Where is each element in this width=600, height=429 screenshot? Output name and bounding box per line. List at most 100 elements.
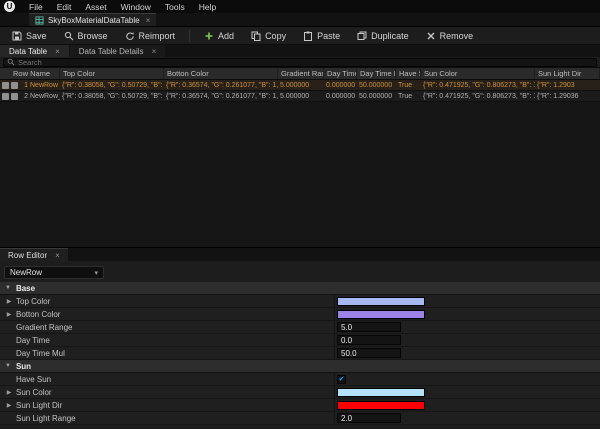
expander-icon[interactable]: ▶ [5,311,13,318]
menu-tools[interactable]: Tools [158,0,192,13]
asset-tab-bar: SkyBoxMaterialDataTable × [0,13,600,27]
row-name: NewRow [30,81,59,89]
top-color-swatch[interactable] [337,296,425,306]
chevron-expanded-icon[interactable]: ▼ [5,285,11,291]
column-header-have-sun[interactable]: Have Sun [396,68,421,79]
cell-gradient-range: 5.000000 [280,81,310,89]
datatable-icon [35,15,44,25]
add-row-button[interactable]: Add [197,29,241,43]
property-row-day-time: Day Time [0,334,600,347]
asset-tab-skyboxmaterialdatatable[interactable]: SkyBoxMaterialDataTable × [29,13,157,26]
remove-x-icon [426,31,436,41]
tab-data-table[interactable]: Data Table × [0,45,69,57]
have-sun-checkbox[interactable]: ✔ [337,374,346,384]
property-value-cell: ✔ [335,373,600,385]
cell-sun-color: {"R": 0.471925, "G": 0.806273, "B": 1, "… [423,81,535,89]
row-name-cell: 2 NewRow_0 [0,91,60,101]
table-row[interactable]: 1 NewRow {"R": 0.38058, "G": 0.50729, "B… [0,80,600,91]
copy-label: Copy [265,30,287,41]
cell-sun-light-dir: {"R": 1.2903 [537,81,575,89]
paste-button[interactable]: Paste [296,29,347,43]
sun-light-range-label: Sun Light Range [16,413,76,423]
menu-file[interactable]: File [22,0,50,13]
chevron-expanded-icon[interactable]: ▼ [5,363,11,369]
row-select-dropdown[interactable]: NewRow ▾ [4,266,104,279]
row-name: NewRow_0 [30,92,60,100]
top-color-label: Top Color [16,296,51,306]
menu-edit[interactable]: Edit [50,0,79,13]
duplicate-button[interactable]: Duplicate [350,29,416,43]
expander-icon[interactable]: ▶ [5,298,13,305]
table-row[interactable]: 2 NewRow_0 {"R": 0.38058, "G": 0.50729, … [0,91,600,102]
plus-icon [204,31,214,41]
menu-asset[interactable]: Asset [78,0,113,13]
expander-icon[interactable]: ▶ [5,402,13,409]
tab-data-table-label: Data Table [9,46,48,56]
sun-light-range-input[interactable] [337,413,401,423]
close-icon[interactable]: × [146,16,151,25]
property-value-cell [335,308,600,320]
column-header-row-name[interactable]: Row Name [0,68,60,79]
column-header-botton-color[interactable]: Botton Color [164,68,278,79]
section-sun[interactable]: ▼ Sun [0,360,600,373]
property-label-cell: Have Sun [0,373,335,385]
property-value-cell [335,334,600,346]
column-header-sun-light-dir[interactable]: Sun Light Dir [535,68,600,79]
cell-top-color: {"R": 0.38058, "G": 0.50729, "B": 1, "A"… [62,81,164,89]
row-grip-icon[interactable] [2,81,9,89]
section-base-label: Base [15,283,36,293]
section-sun-label: Sun [15,361,32,371]
row-grip-icon[interactable] [11,81,18,89]
row-grip-icon[interactable] [2,92,9,100]
day-time-input[interactable] [337,335,401,345]
property-value-cell [335,399,600,411]
search-input[interactable] [18,57,593,67]
tab-row-editor[interactable]: Row Editor × [0,248,68,261]
sun-color-swatch[interactable] [337,387,425,397]
selected-row-value: NewRow [10,268,43,277]
property-label-cell: Sun Light Range [0,412,335,424]
browse-button[interactable]: Browse [57,29,115,43]
day-time-mul-label: Day Time Mul [16,348,65,358]
day-time-mul-input[interactable] [337,348,401,358]
close-icon[interactable]: × [152,47,157,56]
row-grip-icon[interactable] [11,92,18,100]
toolbar: Save Browse Reimport Add Copy Paste Dupl… [0,27,600,45]
copy-button[interactable]: Copy [244,29,293,43]
remove-label: Remove [439,30,474,41]
property-row-botton-color: ▶ Botton Color [0,308,600,321]
reimport-button[interactable]: Reimport [118,29,183,43]
column-header-day-time-mul[interactable]: Day Time Mul [357,68,396,79]
tab-data-table-details[interactable]: Data Table Details × [69,45,166,57]
property-row-day-time-mul: Day Time Mul [0,347,600,360]
save-button[interactable]: Save [5,29,54,43]
menu-window[interactable]: Window [114,0,158,13]
sun-light-dir-swatch[interactable] [337,400,425,410]
remove-button[interactable]: Remove [419,29,481,43]
duplicate-label: Duplicate [371,30,409,41]
botton-color-swatch[interactable] [337,309,425,319]
close-icon[interactable]: × [55,251,60,260]
column-header-sun-color[interactable]: Sun Color [421,68,535,79]
cell-botton-color: {"R": 0.36574, "G": 0.261077, "B": 1, "A… [166,81,278,89]
gradient-range-input[interactable] [337,322,401,332]
close-icon[interactable]: × [55,47,60,56]
cell-sun-color: {"R": 0.471925, "G": 0.806273, "B": 1, "… [423,92,535,100]
column-header-top-color[interactable]: Top Color [60,68,164,79]
property-row-sun-light-range: Sun Light Range [0,412,600,425]
sun-color-label: Sun Color [16,387,52,397]
property-label-cell: Day Time Mul [0,347,335,359]
expander-icon[interactable]: ▶ [5,389,13,396]
column-header-gradient-range[interactable]: Gradient Range [278,68,324,79]
section-base[interactable]: ▼ Base [0,282,600,295]
property-label-cell: ▶ Top Color [0,295,335,307]
asset-tab-label: SkyBoxMaterialDataTable [48,15,140,25]
column-header-day-time[interactable]: Day Time [324,68,357,79]
search-bar [0,57,600,68]
menu-help[interactable]: Help [192,0,223,13]
property-value-cell [335,412,600,424]
cell-have-sun: True [398,92,413,100]
unreal-datatable-editor-window: U File Edit Asset Window Tools Help SkyB… [0,0,600,429]
toolbar-separator [189,29,191,42]
search-icon [7,58,15,66]
